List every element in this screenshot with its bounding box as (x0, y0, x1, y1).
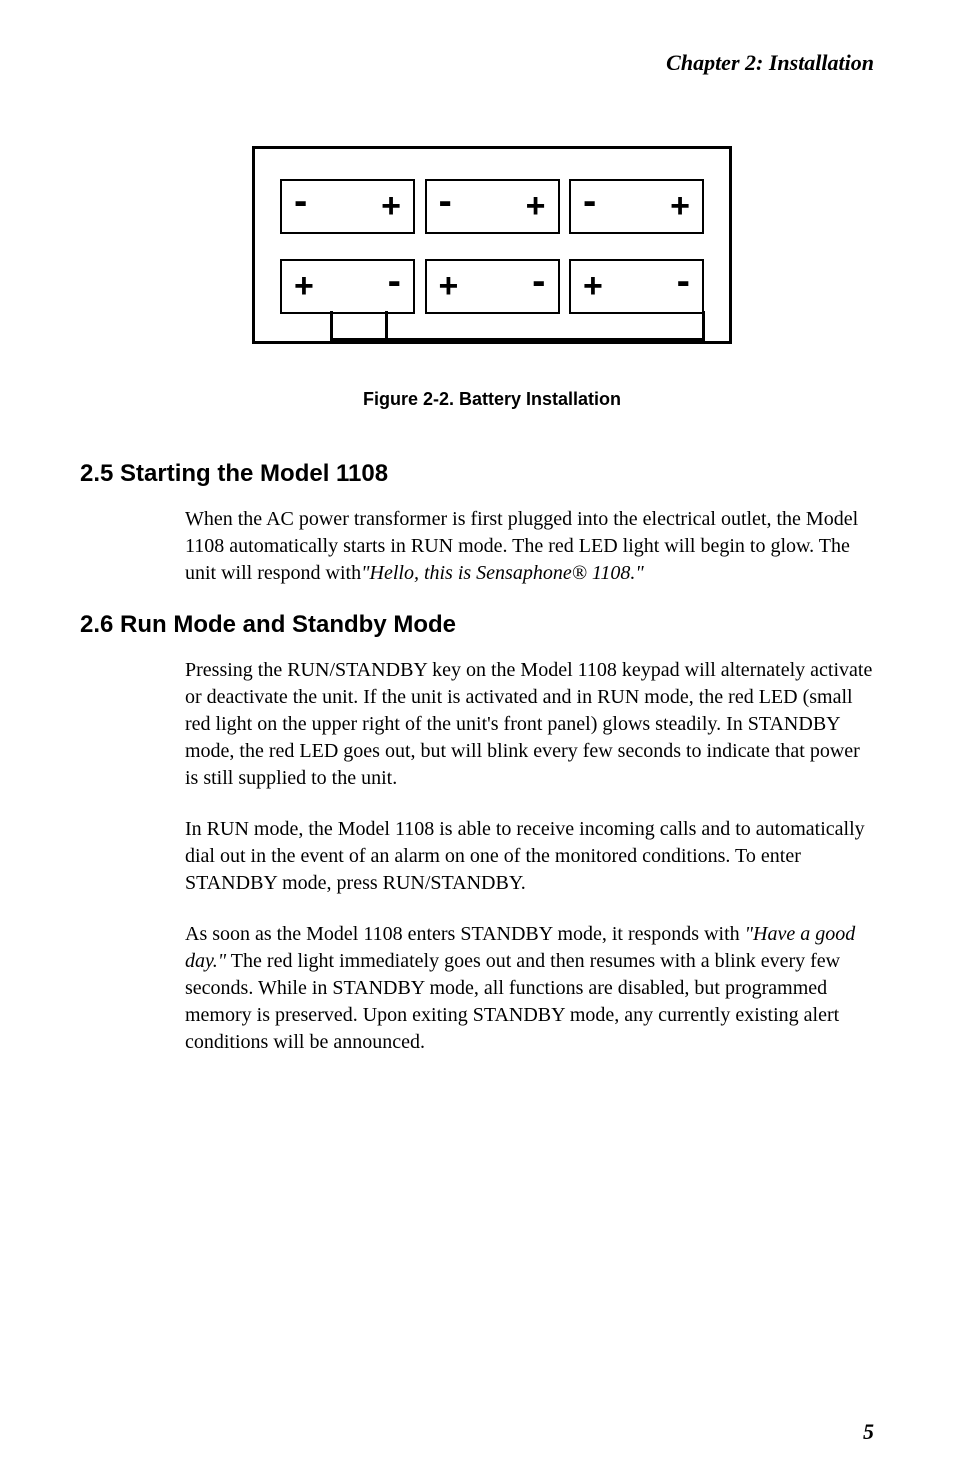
page-header: Chapter 2: Installation (110, 50, 874, 76)
polarity-plus: + (583, 267, 603, 306)
battery-diagram: - + - + - + + - + - + - (110, 146, 874, 344)
battery-row-top: - + - + - + (280, 179, 704, 234)
battery-cell: + - (280, 259, 415, 314)
connector-segment (385, 311, 705, 341)
text-span: The red light immediately goes out and t… (185, 950, 840, 1053)
battery-cell: - + (280, 179, 415, 234)
polarity-plus: + (294, 267, 314, 306)
page-number: 5 (863, 1419, 874, 1445)
battery-cell: + - (425, 259, 560, 314)
italic-text: "Hello, this is Sensaphone® 1108." (361, 562, 644, 584)
polarity-plus: + (670, 187, 690, 226)
body-paragraph: As soon as the Model 1108 enters STANDBY… (185, 921, 874, 1056)
connector-segment (330, 311, 385, 341)
section-heading-2-6: 2.6 Run Mode and Standby Mode (80, 611, 874, 639)
body-paragraph: When the AC power transformer is first p… (185, 506, 874, 587)
figure-caption: Figure 2-2. Battery Installation (110, 389, 874, 410)
section-heading-2-5: 2.5 Starting the Model 1108 (80, 460, 874, 488)
body-paragraph: Pressing the RUN/STANDBY key on the Mode… (185, 657, 874, 792)
battery-cell: - + (569, 179, 704, 234)
battery-row-bottom: + - + - + - (280, 259, 704, 314)
text-span: As soon as the Model 1108 enters STANDBY… (185, 923, 745, 945)
polarity-plus: + (439, 267, 459, 306)
battery-cell: - + (425, 179, 560, 234)
battery-cell: + - (569, 259, 704, 314)
battery-connector (280, 311, 704, 341)
polarity-plus: + (381, 187, 401, 226)
polarity-plus: + (526, 187, 546, 226)
chapter-label: Chapter 2: Installation (666, 50, 874, 75)
body-paragraph: In RUN mode, the Model 1108 is able to r… (185, 816, 874, 897)
text-span: In RUN mode, the Model 1108 is able to r… (185, 818, 865, 894)
text-span: Pressing the RUN/STANDBY key on the Mode… (185, 659, 872, 789)
battery-box: - + - + - + + - + - + - (252, 146, 732, 344)
